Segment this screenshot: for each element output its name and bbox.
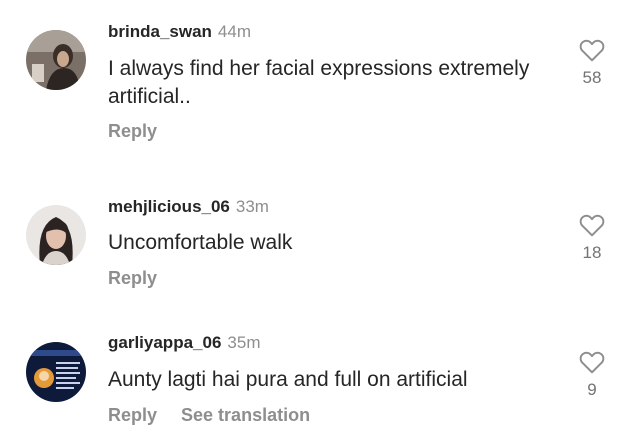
like-area: 9: [572, 350, 612, 400]
comment-item: garliyappa_06 35m Aunty lagti hai pura an…: [0, 0, 640, 447]
comment-meta: garliyappa_06 35m: [108, 333, 260, 353]
comment-text: Aunty lagti hai pura and full on artific…: [108, 368, 468, 391]
timestamp: 35m: [227, 333, 261, 352]
see-translation-button[interactable]: See translation: [181, 405, 310, 425]
like-count: 9: [587, 380, 597, 399]
heart-outline-icon[interactable]: [579, 350, 605, 374]
username[interactable]: garliyappa_06: [108, 333, 221, 352]
avatar[interactable]: [26, 342, 86, 402]
comment-actions: Reply See translation: [108, 405, 310, 426]
reply-button[interactable]: Reply: [108, 405, 157, 425]
